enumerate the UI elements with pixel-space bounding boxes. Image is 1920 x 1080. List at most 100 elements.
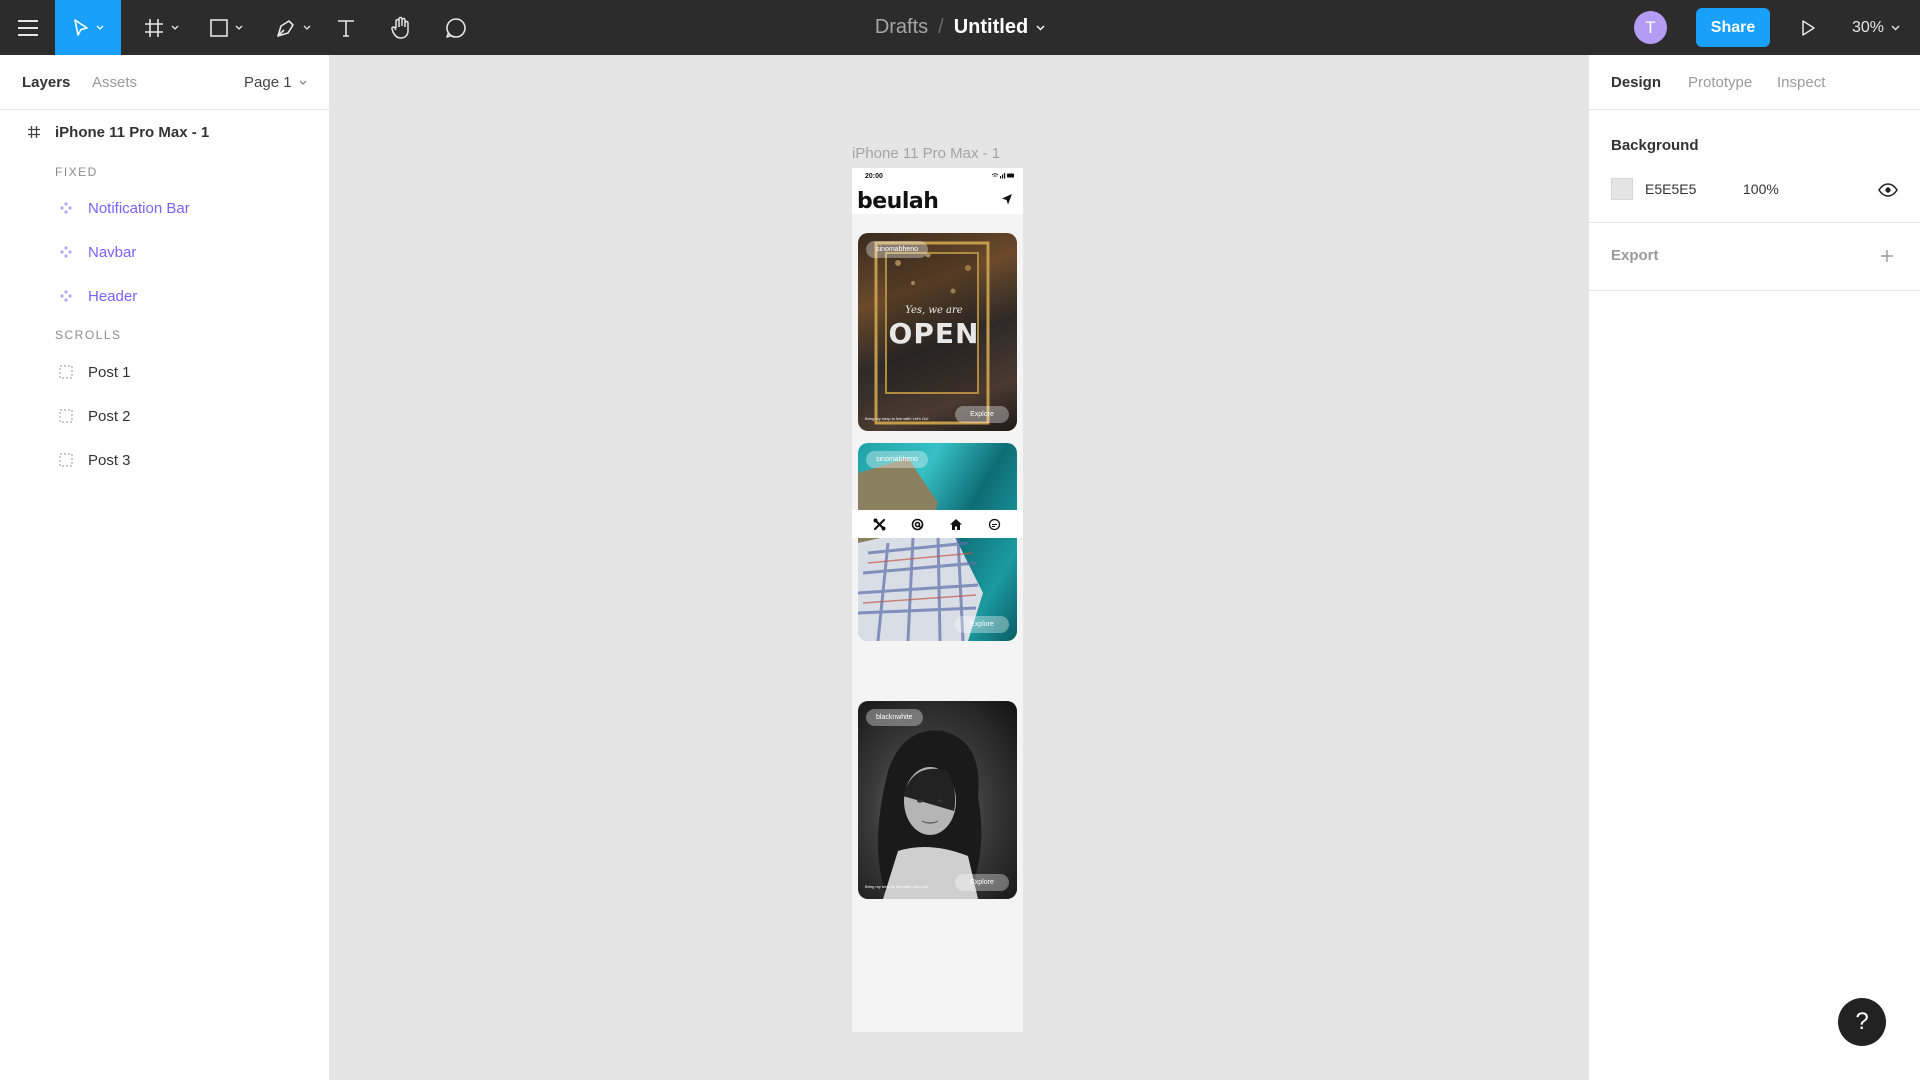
zoom-dropdown[interactable]: 30% xyxy=(1852,0,1900,55)
frame-tool-button[interactable] xyxy=(136,0,186,55)
text-tool-button[interactable] xyxy=(332,0,360,55)
chevron-down-icon xyxy=(299,80,306,85)
jacket-photo xyxy=(858,458,983,641)
post-tag[interactable]: sinomabheno xyxy=(866,241,929,258)
layer-post-2[interactable]: Post 2 xyxy=(0,394,329,438)
explore-button[interactable]: Explore xyxy=(955,406,1009,423)
export-title: Export xyxy=(1611,247,1659,264)
chevron-down-icon[interactable] xyxy=(1036,25,1045,31)
status-time: 20:00 xyxy=(865,173,883,180)
location-arrow-icon[interactable] xyxy=(1001,193,1013,205)
help-button[interactable]: ? xyxy=(1838,998,1886,1046)
background-opacity-input[interactable]: 100% xyxy=(1743,181,1779,197)
eye-icon[interactable] xyxy=(1878,183,1898,197)
tab-layers[interactable]: Layers xyxy=(22,74,70,91)
frame-label[interactable]: iPhone 11 Pro Max - 1 xyxy=(852,145,1000,162)
component-icon xyxy=(56,289,76,303)
chevron-down-icon xyxy=(235,25,243,30)
component-icon xyxy=(56,245,76,259)
group-icon xyxy=(56,409,76,423)
play-icon xyxy=(1802,19,1815,36)
post-caption: Bring my shop to live with! Let's Go! xyxy=(865,416,929,421)
status-icons xyxy=(991,173,1014,179)
storefront-photo: Yes, we are OPEN xyxy=(874,241,990,425)
present-button[interactable] xyxy=(1794,0,1822,55)
hand-tool-button[interactable] xyxy=(386,0,416,55)
layer-post-1[interactable]: Post 1 xyxy=(0,350,329,394)
background-section: Background E5E5E5 100% xyxy=(1589,110,1920,223)
home-icon[interactable] xyxy=(948,516,964,532)
tools-icon[interactable] xyxy=(871,516,887,532)
share-button[interactable]: Share xyxy=(1696,8,1770,47)
background-title: Background xyxy=(1611,137,1699,154)
pen-tool-button[interactable] xyxy=(268,0,318,55)
export-section: Export xyxy=(1589,223,1920,291)
layers-panel: Layers Assets Page 1 iPhone 11 Pro Max -… xyxy=(0,55,330,1080)
layer-name: Header xyxy=(88,287,138,305)
post-card[interactable]: Yes, we are OPEN sinomabheno Bring my sh… xyxy=(858,233,1017,431)
page-label: Page 1 xyxy=(244,74,292,91)
post-card[interactable]: blacknwhite Bring my shop to live with! … xyxy=(858,701,1017,899)
frame-icon xyxy=(24,125,44,139)
shape-tool-button[interactable] xyxy=(201,0,251,55)
layer-notification-bar[interactable]: Notification Bar xyxy=(0,186,329,230)
layer-post-3[interactable]: Post 3 xyxy=(0,438,329,482)
file-title[interactable]: Untitled xyxy=(954,16,1028,39)
layer-name: Notification Bar xyxy=(88,199,190,217)
app-header: beulah xyxy=(852,184,1023,214)
layer-name: Post 2 xyxy=(88,407,131,425)
plus-icon[interactable] xyxy=(1879,248,1895,264)
tab-design[interactable]: Design xyxy=(1611,74,1661,91)
explore-button[interactable]: Explore xyxy=(955,616,1009,633)
layer-navbar[interactable]: Navbar xyxy=(0,230,329,274)
group-icon xyxy=(56,365,76,379)
frame-tool-icon xyxy=(145,18,163,37)
post-card[interactable]: sinomabheno Explore xyxy=(858,443,1017,641)
hand-tool-icon xyxy=(391,16,409,39)
menu-icon xyxy=(17,19,38,36)
section-scrolls-label: SCROLLS xyxy=(55,328,122,342)
breadcrumb-drafts[interactable]: Drafts xyxy=(875,16,928,39)
background-swatch[interactable] xyxy=(1611,178,1633,200)
svg-text:Yes, we are: Yes, we are xyxy=(905,305,963,316)
explore-button[interactable]: Explore xyxy=(955,874,1009,891)
move-tool-icon xyxy=(74,18,88,36)
chat-icon[interactable] xyxy=(986,516,1002,532)
at-icon[interactable] xyxy=(909,516,925,532)
tab-inspect[interactable]: Inspect xyxy=(1777,74,1825,91)
post-tag[interactable]: sinomabheno xyxy=(866,451,929,468)
notification-bar: 20:00 xyxy=(852,168,1023,184)
left-panel-tabs: Layers Assets Page 1 xyxy=(0,55,329,110)
chevron-down-icon xyxy=(303,25,311,30)
post-caption: Bring my shop to live with! Let's Go! xyxy=(865,884,929,889)
post-tag[interactable]: blacknwhite xyxy=(866,709,923,726)
layer-name: Post 3 xyxy=(88,451,131,469)
phone-frame[interactable]: 20:00 beulah Yes, we are OPEN sinomabhen… xyxy=(852,168,1023,1032)
layer-frame-name: iPhone 11 Pro Max - 1 xyxy=(55,123,210,141)
right-panel-tabs: Design Prototype Inspect xyxy=(1589,55,1920,110)
toolbar: Drafts / Untitled T Share 30% xyxy=(0,0,1920,55)
layer-frame[interactable]: iPhone 11 Pro Max - 1 xyxy=(0,110,329,154)
avatar[interactable]: T xyxy=(1634,11,1667,44)
component-icon xyxy=(56,201,76,215)
chevron-down-icon xyxy=(96,25,104,30)
tab-prototype[interactable]: Prototype xyxy=(1688,74,1752,91)
page-selector[interactable]: Page 1 xyxy=(244,74,307,91)
properties-panel: Design Prototype Inspect Background E5E5… xyxy=(1588,55,1920,1080)
pen-tool-icon xyxy=(277,19,294,37)
comment-tool-button[interactable] xyxy=(442,0,470,55)
section-fixed-label: FIXED xyxy=(55,165,98,179)
move-tool-button[interactable] xyxy=(55,0,121,55)
portrait-photo xyxy=(878,730,982,899)
zoom-level: 30% xyxy=(1852,18,1885,36)
tab-assets[interactable]: Assets xyxy=(92,74,137,91)
shape-tool-icon xyxy=(210,18,228,37)
breadcrumb-separator: / xyxy=(938,16,944,38)
chevron-down-icon xyxy=(1891,25,1900,30)
comment-tool-icon xyxy=(446,17,466,38)
menu-button[interactable] xyxy=(0,0,55,55)
navbar xyxy=(852,510,1023,538)
layer-header[interactable]: Header xyxy=(0,274,329,318)
brand-logo: beulah xyxy=(857,189,939,214)
background-hex-input[interactable]: E5E5E5 xyxy=(1645,181,1696,197)
